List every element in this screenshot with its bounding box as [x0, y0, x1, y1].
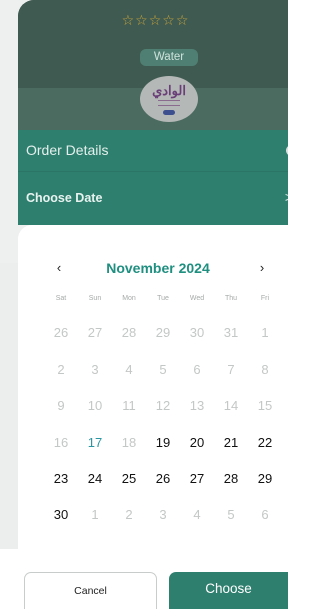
calendar-day: 18 [121, 435, 137, 450]
calendar-day: 27 [87, 325, 103, 340]
calendar-day: 12 [155, 398, 171, 413]
calendar-day: 26 [53, 325, 69, 340]
brand-logo-lines [158, 100, 180, 106]
calendar-day: 6 [193, 362, 201, 377]
calendar-day[interactable]: 23 [44, 467, 78, 491]
calendar-day[interactable]: 19 [146, 431, 180, 455]
rating-stars-icon: ☆☆☆☆☆ [121, 12, 190, 28]
product-header: ☆☆☆☆☆ Water الوادي [18, 0, 288, 130]
month-title: November 2024 [106, 260, 210, 276]
calendar-day: 4 [125, 362, 133, 377]
choose-date-bar[interactable]: Choose Date > [18, 172, 288, 225]
weekday-header: Sat Sun Mon Tue Wed Thu Fri [44, 295, 281, 307]
calendar-day: 1 [261, 325, 269, 340]
calendar-day: 7 [227, 362, 235, 377]
toggle-icon[interactable] [286, 145, 288, 156]
calendar-day: 13 [189, 398, 205, 413]
calendar-day: 10 [87, 398, 103, 413]
calendar-day: 15 [257, 398, 273, 413]
calendar-day: 3 [159, 507, 167, 522]
calendar-day: 6 [261, 507, 269, 522]
calendar-day: 2 [125, 507, 133, 522]
weekday-label: Tue [157, 295, 169, 302]
calendar-day: 5 [227, 507, 235, 522]
calendar-day: 8 [261, 362, 269, 377]
calendar-day: 1 [91, 507, 99, 522]
calendar-day[interactable]: 29 [248, 467, 282, 491]
calendar-day[interactable]: 26 [146, 467, 180, 491]
calendar-day: 4 [193, 507, 201, 522]
order-details-title: Order Details [26, 142, 109, 158]
weekday-label: Fri [260, 295, 270, 302]
order-screen: ☆☆☆☆☆ Water الوادي Order Details Choose … [0, 0, 288, 609]
background-panel [0, 263, 18, 549]
calendar-day: 16 [53, 435, 69, 450]
weekday-label: Sun [88, 295, 102, 302]
calendar-day: 28 [121, 325, 137, 340]
calendar-day: 30 [189, 325, 205, 340]
calendar-day: 31 [223, 325, 239, 340]
prev-month-button[interactable]: ‹ [44, 260, 74, 280]
calendar-day: 2 [57, 362, 65, 377]
brand-logo: الوادي [140, 76, 198, 122]
calendar-day: 11 [122, 398, 136, 413]
choose-date-title: Choose Date [26, 191, 103, 205]
calendar-day[interactable]: 22 [248, 431, 282, 455]
calendar-day[interactable]: 25 [112, 467, 146, 491]
calendar-dialog: ‹ November 2024 › Sat Sun Mon Tue Wed Th… [18, 225, 288, 549]
calendar-day: 14 [223, 398, 239, 413]
calendar-day: 9 [57, 398, 65, 413]
weekday-label: Thu [224, 295, 238, 302]
calendar-day[interactable]: 28 [214, 467, 248, 491]
weekday-label: Wed [189, 295, 205, 302]
calendar-day[interactable]: 30 [44, 503, 78, 527]
brand-logo-badge [163, 110, 175, 115]
calendar-day: 5 [159, 362, 167, 377]
category-chip: Water [140, 49, 198, 66]
weekday-label: Sat [55, 295, 67, 302]
choose-button[interactable]: Choose [169, 572, 288, 609]
chevron-right-icon[interactable]: > [285, 189, 288, 205]
brand-logo-text: الوادي [152, 84, 186, 99]
order-details-bar[interactable]: Order Details [18, 130, 288, 172]
calendar-day[interactable]: 21 [214, 431, 248, 455]
calendar-day: 29 [155, 325, 171, 340]
calendar-day[interactable]: 24 [78, 467, 112, 491]
calendar-day-today[interactable]: 17 [78, 431, 112, 455]
calendar-day[interactable]: 27 [180, 467, 214, 491]
calendar-day: 3 [91, 362, 99, 377]
next-month-button[interactable]: › [247, 260, 277, 280]
calendar-day[interactable]: 20 [180, 431, 214, 455]
weekday-label: Mon [122, 295, 136, 302]
cancel-button[interactable]: Cancel [24, 572, 157, 609]
